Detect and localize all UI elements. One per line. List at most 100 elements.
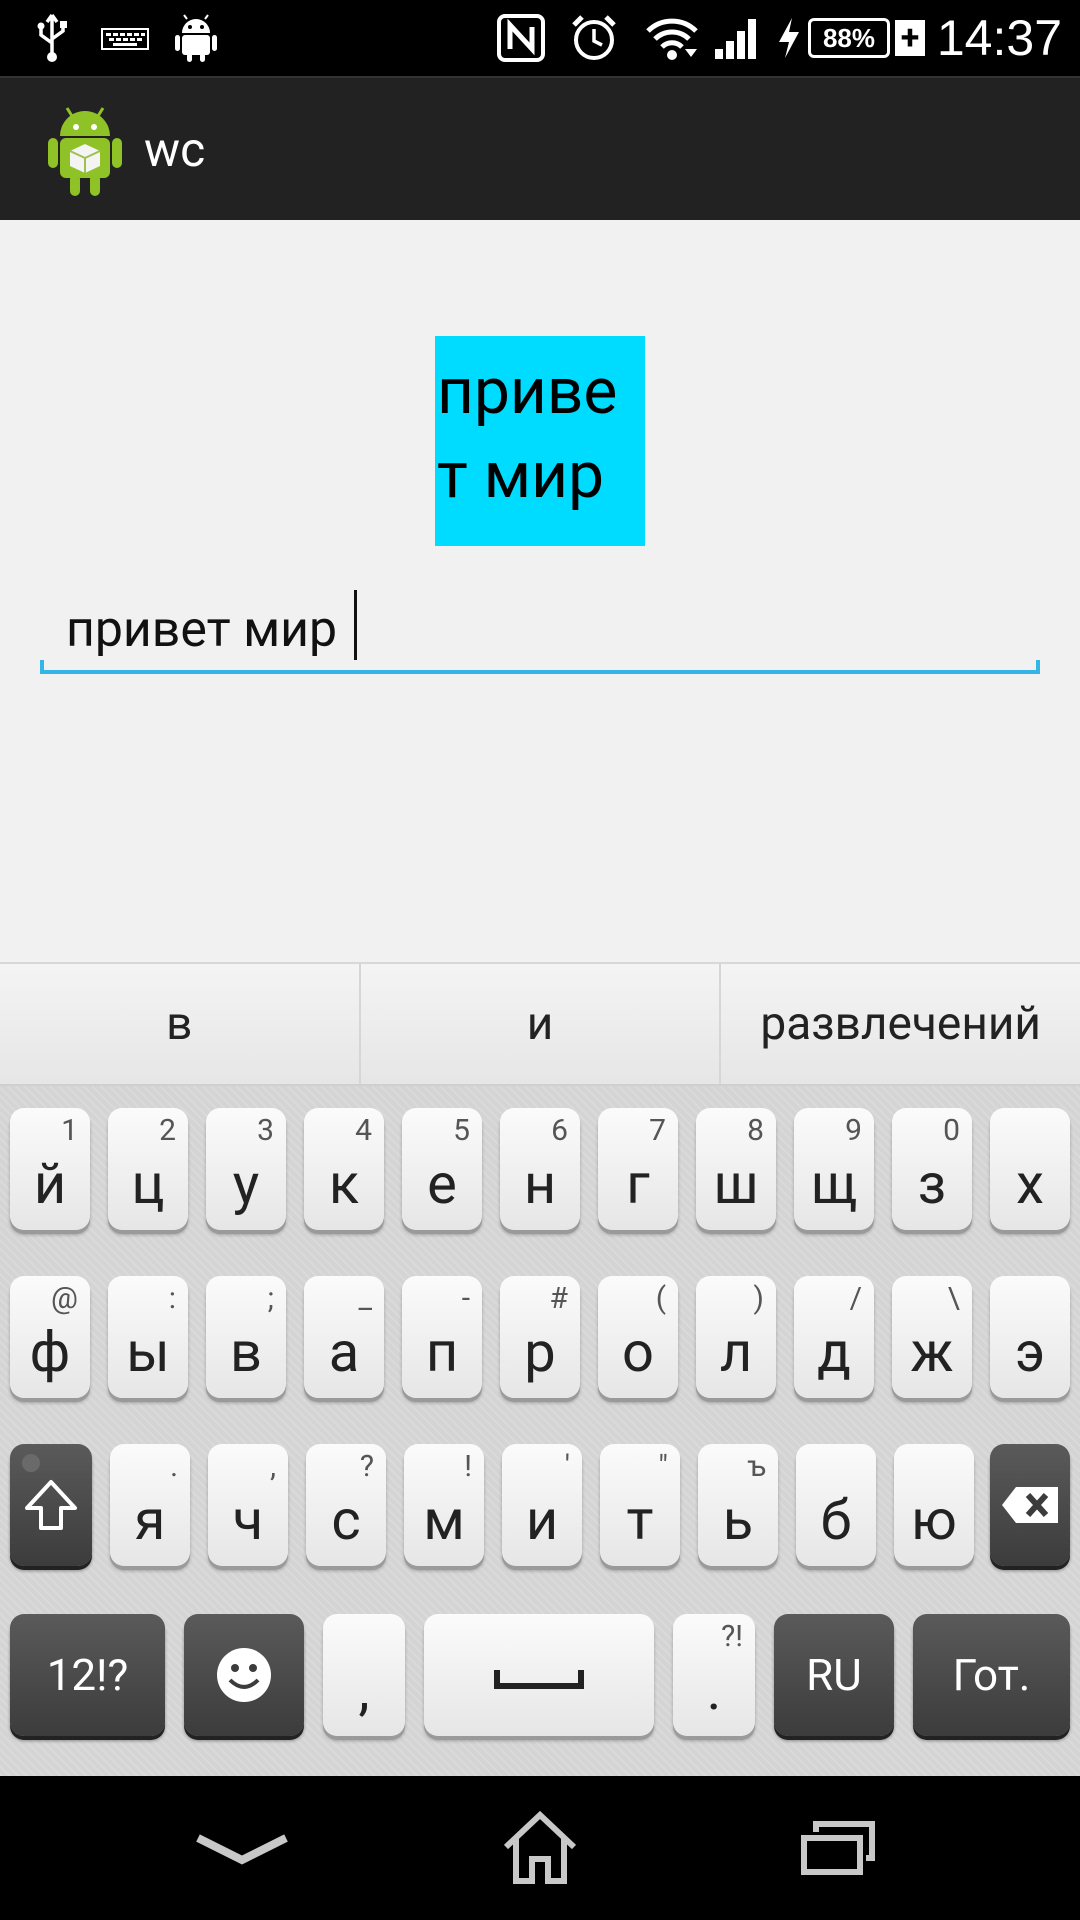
key-row3-2[interactable]: ? с: [306, 1444, 386, 1566]
backspace-icon: [1002, 1487, 1058, 1523]
key-label: ц: [131, 1151, 165, 1217]
suggestion-item[interactable]: в: [0, 964, 361, 1084]
space-icon: [494, 1670, 584, 1689]
input-value: привет мир: [66, 590, 357, 660]
symbols-key[interactable]: 12!?: [10, 1614, 165, 1736]
key-label: ж: [910, 1319, 954, 1385]
key-row3-7[interactable]: б: [796, 1444, 876, 1566]
key-hint: 5: [453, 1113, 470, 1148]
key-hint: /: [849, 1281, 862, 1316]
key-label: я: [134, 1487, 166, 1553]
text-input[interactable]: привет мир: [40, 560, 1040, 674]
nfc-icon: [494, 10, 548, 66]
space-key[interactable]: [424, 1614, 654, 1736]
key-row2-7[interactable]: ) л: [696, 1276, 776, 1398]
key-row1-5[interactable]: 6н: [500, 1108, 580, 1230]
suggestion-item[interactable]: и: [361, 964, 722, 1084]
key-label: й: [33, 1151, 67, 1217]
key-row1-1[interactable]: 2ц: [108, 1108, 188, 1230]
emoji-key[interactable]: [184, 1614, 304, 1736]
key-hint: ;: [267, 1281, 274, 1316]
shift-key[interactable]: [10, 1444, 92, 1566]
android-debug-icon: [172, 10, 220, 66]
key-hint: 9: [845, 1113, 862, 1148]
key-row1-4[interactable]: 5е: [402, 1108, 482, 1230]
key-label: р: [524, 1319, 556, 1385]
key-row1-7[interactable]: 8ш: [696, 1108, 776, 1230]
key-row2-5[interactable]: # р: [500, 1276, 580, 1398]
status-bar: 88% + 14:37: [0, 0, 1080, 76]
key-row3-8[interactable]: ю: [894, 1444, 974, 1566]
key-row3-3[interactable]: ! м: [404, 1444, 484, 1566]
key-row1-2[interactable]: 3у: [206, 1108, 286, 1230]
key-hint: 2: [159, 1113, 176, 1148]
main-content: привет мир привет мир: [0, 220, 1080, 962]
soft-keyboard: 12!? , ?! . RU Гот. 1й2ц3у4к5е6н7г8ш9щ0з…: [0, 1086, 1080, 1776]
key-hint: ": [658, 1449, 668, 1484]
suggestion-item[interactable]: развлечений: [721, 964, 1080, 1084]
key-label: е: [427, 1151, 457, 1217]
key-label: в: [229, 1319, 263, 1385]
usb-icon: [32, 10, 72, 66]
key-label: ф: [29, 1319, 71, 1385]
key-row2-6[interactable]: (о: [598, 1276, 678, 1398]
key-hint: 0: [943, 1113, 960, 1148]
key-label: ы: [126, 1319, 170, 1385]
key-row1-9[interactable]: 0з: [892, 1108, 972, 1230]
key-label: ч: [232, 1487, 264, 1553]
key-row2-2[interactable]: ; в: [206, 1276, 286, 1398]
home-icon[interactable]: [480, 1798, 600, 1898]
smiley-icon: [217, 1648, 271, 1702]
key-row3-5[interactable]: " т: [600, 1444, 680, 1566]
comma-key[interactable]: ,: [323, 1614, 405, 1736]
done-key[interactable]: Гот.: [913, 1614, 1070, 1736]
shift-icon: [25, 1480, 77, 1530]
key-row2-4[interactable]: -п: [402, 1276, 482, 1398]
key-label: п: [425, 1319, 459, 1385]
key-hint: 6: [551, 1113, 568, 1148]
wifi-icon: [644, 10, 700, 66]
key-row3-0[interactable]: .я: [110, 1444, 190, 1566]
key-hint: ъ: [747, 1449, 766, 1484]
key-row1-0[interactable]: 1й: [10, 1108, 90, 1230]
key-label: и: [525, 1487, 559, 1553]
android-app-icon[interactable]: [46, 106, 124, 198]
key-hint: 7: [649, 1113, 666, 1148]
alarm-icon: [568, 10, 620, 66]
key-label: с: [331, 1487, 361, 1553]
key-row1-10[interactable]: х: [990, 1108, 1070, 1230]
key-hint: #: [549, 1281, 568, 1316]
input-underline-right-tick: [1036, 660, 1040, 674]
key-label: т: [626, 1487, 654, 1553]
key-row1-8[interactable]: 9щ: [794, 1108, 874, 1230]
period-key[interactable]: ?! .: [673, 1614, 755, 1736]
key-row2-9[interactable]: \ ж: [892, 1276, 972, 1398]
key-label: л: [719, 1319, 753, 1385]
key-row2-8[interactable]: / д: [794, 1276, 874, 1398]
key-hint: (: [655, 1281, 666, 1316]
key-row3-1[interactable]: ,ч: [208, 1444, 288, 1566]
language-key[interactable]: RU: [774, 1614, 894, 1736]
key-row2-0[interactable]: @ ф: [10, 1276, 90, 1398]
key-label: щ: [810, 1151, 858, 1217]
key-row3-4[interactable]: ' и: [502, 1444, 582, 1566]
action-bar: wc: [0, 76, 1080, 220]
key-hint: 4: [355, 1113, 372, 1148]
signal-icon: [712, 10, 762, 66]
key-hint: _: [358, 1281, 372, 1316]
key-hint: @: [51, 1281, 78, 1316]
key-label: ш: [713, 1151, 759, 1217]
key-label: у: [232, 1151, 260, 1217]
key-row2-3[interactable]: _ а: [304, 1276, 384, 1398]
key-row2-1[interactable]: :ы: [108, 1276, 188, 1398]
key-row1-3[interactable]: 4к: [304, 1108, 384, 1230]
recents-icon[interactable]: [778, 1798, 898, 1898]
key-row2-10[interactable]: э: [990, 1276, 1070, 1398]
app-title: wc: [144, 121, 206, 178]
back-chevron-icon[interactable]: [182, 1798, 302, 1898]
key-hint: !: [464, 1449, 472, 1484]
key-hint: 1: [61, 1113, 78, 1148]
key-row3-6[interactable]: ъь: [698, 1444, 778, 1566]
backspace-key[interactable]: [990, 1444, 1070, 1566]
key-row1-6[interactable]: 7г: [598, 1108, 678, 1230]
